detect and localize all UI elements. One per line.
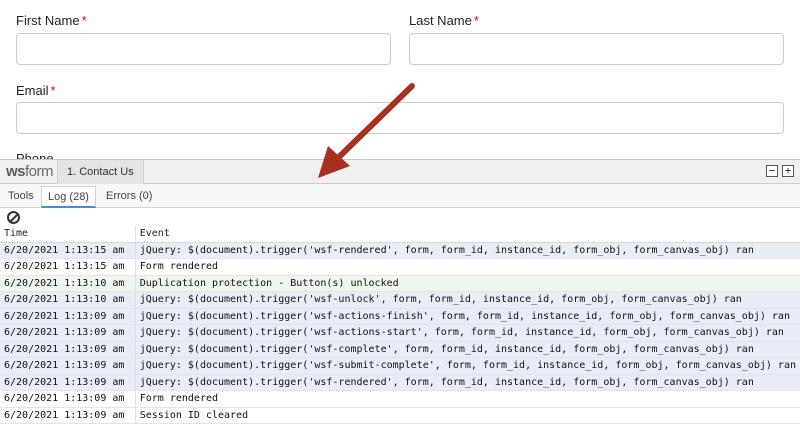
console-titlebar: wsform 1. Contact Us − +: [0, 160, 800, 184]
log-event: Session ID cleared: [135, 407, 800, 424]
first-name-field[interactable]: [16, 33, 391, 65]
email-field[interactable]: [16, 102, 784, 134]
time-column-header: Time: [0, 226, 136, 243]
tab-log[interactable]: Log (28): [41, 186, 96, 208]
log-body: 6/20/2021 1:13:15 am jQuery: $(document).…: [0, 242, 800, 424]
log-time: 6/20/2021 1:13:15 am: [0, 258, 136, 276]
log-time: 6/20/2021 1:13:09 am: [0, 390, 136, 408]
log-event: jQuery: $(document).trigger('wsf-actions…: [135, 308, 800, 325]
log-row: 6/20/2021 1:13:09 am jQuery: $(document).…: [0, 324, 800, 342]
tab-tools[interactable]: Tools: [2, 186, 40, 208]
log-event: jQuery: $(document).trigger('wsf-unlock'…: [135, 291, 800, 309]
email-label: Email *: [16, 83, 56, 98]
log-row: 6/20/2021 1:13:09 am jQuery: $(document).…: [0, 341, 800, 358]
log-time: 6/20/2021 1:13:09 am: [0, 324, 136, 342]
log-table: Time Event 6/20/2021 1:13:15 am jQuery: $…: [0, 226, 800, 424]
log-event: Duplication protection - Button(s) unloc…: [135, 275, 800, 292]
log-event: jQuery: $(document).trigger('wsf-submit-…: [135, 357, 800, 375]
log-row: 6/20/2021 1:13:09 am jQuery: $(document).…: [0, 308, 800, 325]
log-row: 6/20/2021 1:13:10 am Duplication protecti…: [0, 275, 800, 292]
log-time: 6/20/2021 1:13:09 am: [0, 341, 136, 358]
log-row: 6/20/2021 1:13:15 am Form rendered: [0, 258, 800, 276]
minimize-icon[interactable]: −: [766, 165, 778, 177]
log-event: Form rendered: [135, 258, 800, 276]
tab-contact-form[interactable]: 1. Contact Us: [57, 160, 144, 184]
log-time: 6/20/2021 1:13:09 am: [0, 308, 136, 325]
log-event: jQuery: $(document).trigger('wsf-actions…: [135, 324, 800, 342]
log-time: 6/20/2021 1:13:09 am: [0, 374, 136, 391]
log-time: 6/20/2021 1:13:10 am: [0, 291, 136, 309]
log-time: 6/20/2021 1:13:10 am: [0, 275, 136, 292]
log-event: jQuery: $(document).trigger('wsf-rendere…: [135, 374, 800, 391]
maximize-icon[interactable]: +: [782, 165, 794, 177]
last-name-label: Last Name *: [409, 13, 479, 28]
log-row: 6/20/2021 1:13:09 am Form rendered: [0, 390, 800, 408]
log-event: Form rendered: [135, 390, 800, 408]
log-row: 6/20/2021 1:13:15 am jQuery: $(document).…: [0, 242, 800, 259]
logo-bold: ws: [6, 163, 26, 180]
log-time: 6/20/2021 1:13:15 am: [0, 242, 136, 259]
logo-rest: form: [25, 163, 54, 180]
last-name-label-text: Last Name: [409, 13, 472, 28]
debug-console: wsform 1. Contact Us − + Tools Log (28) …: [0, 159, 800, 427]
log-time: 6/20/2021 1:13:09 am: [0, 407, 136, 424]
event-column-header: Event: [135, 226, 800, 243]
log-row: 6/20/2021 1:13:09 am Session ID cleared: [0, 407, 800, 424]
first-name-label: First Name *: [16, 13, 87, 28]
console-tabs: Tools Log (28) Errors (0): [0, 184, 800, 208]
required-mark: *: [473, 13, 479, 28]
clear-log-icon[interactable]: [7, 211, 20, 224]
first-name-label-text: First Name: [16, 13, 80, 28]
required-mark: *: [81, 13, 87, 28]
log-event: jQuery: $(document).trigger('wsf-rendere…: [135, 242, 800, 259]
last-name-field[interactable]: [409, 33, 784, 65]
required-mark: *: [50, 83, 56, 98]
wsform-logo: wsform: [6, 163, 54, 180]
email-label-text: Email: [16, 83, 49, 98]
log-time: 6/20/2021 1:13:09 am: [0, 357, 136, 375]
log-row: 6/20/2021 1:13:10 am jQuery: $(document).…: [0, 291, 800, 309]
log-row: 6/20/2021 1:13:09 am jQuery: $(document).…: [0, 357, 800, 375]
contact-form: First Name * Last Name * Email * Phone: [0, 0, 800, 160]
log-event: jQuery: $(document).trigger('wsf-complet…: [135, 341, 800, 358]
log-row: 6/20/2021 1:13:09 am jQuery: $(document).…: [0, 374, 800, 391]
tab-errors[interactable]: Errors (0): [100, 186, 158, 208]
log-toolbar: [0, 208, 800, 226]
log-header-row: Time Event: [0, 226, 800, 243]
